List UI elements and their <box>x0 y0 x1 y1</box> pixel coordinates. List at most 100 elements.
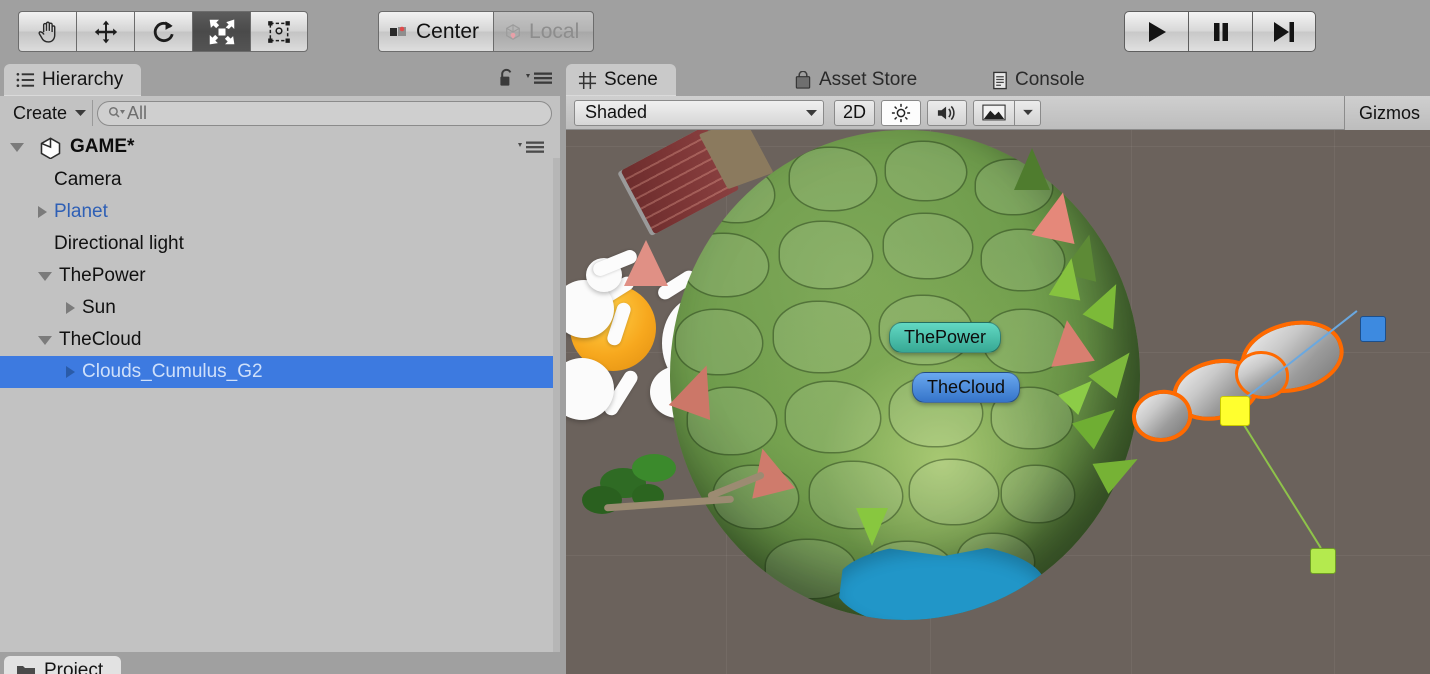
rotate-icon <box>153 20 174 42</box>
scene-label-thecloud[interactable]: TheCloud <box>912 372 1021 403</box>
create-button[interactable]: Create <box>4 100 94 126</box>
selected-cloud-object[interactable] <box>1126 308 1386 574</box>
scale-tool-button[interactable] <box>192 11 250 52</box>
hierarchy-tree: Camera Planet Directional light ThePower Sun… <box>0 164 560 388</box>
scene-label-thepower[interactable]: ThePower <box>889 322 1002 353</box>
tab-asset-store-label: Asset Store <box>819 69 918 90</box>
tree-cone <box>856 508 888 546</box>
gizmo-y-axis-line[interactable] <box>1233 408 1322 549</box>
chevron-down-icon <box>75 109 87 117</box>
scene-panel: Scene Asset Store Console Shaded 2D Gizm… <box>566 62 1430 674</box>
pivot-center-button[interactable]: Center <box>378 11 494 52</box>
hierarchy-scrollbar[interactable] <box>553 158 560 674</box>
image-effects-toggle-button[interactable] <box>973 99 1016 126</box>
tab-console-label: Console <box>1015 69 1085 90</box>
hierarchy-icon <box>16 72 35 88</box>
scene-viewport[interactable]: ThePower TheCloud <box>566 130 1430 674</box>
tab-project-label: Project <box>44 660 104 674</box>
gizmos-label: Gizmos <box>1358 102 1420 123</box>
rotate-tool-button[interactable] <box>134 11 192 52</box>
chevron-down-icon <box>806 109 817 117</box>
padlock-icon[interactable] <box>498 68 515 88</box>
hierarchy-bottom-bar: Project <box>0 652 560 674</box>
tab-asset-store[interactable]: Asset Store <box>782 64 935 96</box>
rect-transform-tool-button[interactable] <box>250 11 308 52</box>
hierarchy-scene-row[interactable]: GAME* <box>0 130 560 164</box>
hand-tool-button[interactable] <box>18 11 76 52</box>
grid-icon <box>578 71 597 90</box>
unity-logo-icon <box>39 136 62 159</box>
pivot-rotation-button[interactable]: Local <box>493 11 595 52</box>
tree-expand-arrow-icon[interactable] <box>38 271 52 281</box>
audio-toggle-button[interactable] <box>927 99 968 126</box>
image-effects-dropdown[interactable] <box>1015 99 1042 126</box>
scene-expand-arrow-icon[interactable] <box>10 142 24 152</box>
bag-icon <box>794 70 812 90</box>
hierarchy-row-sun[interactable]: Sun <box>0 292 560 324</box>
two-d-toggle-button[interactable]: 2D <box>834 99 876 126</box>
playback-controls-group <box>1124 11 1316 52</box>
tree-expand-arrow-icon[interactable] <box>38 206 47 218</box>
gizmo-y-axis-handle[interactable] <box>1310 548 1336 574</box>
tab-scene-label: Scene <box>604 69 658 90</box>
play-icon <box>1148 21 1166 42</box>
pink-cone <box>1045 317 1095 367</box>
pause-icon <box>1213 22 1228 41</box>
hierarchy-panel: Hierarchy Create All GAME* Camera Planet… <box>0 62 560 674</box>
lighting-toggle-button[interactable] <box>881 99 922 126</box>
pivot-mode-group: Center Local <box>378 11 595 52</box>
pause-button[interactable] <box>1188 11 1252 52</box>
move-tool-button[interactable] <box>76 11 134 52</box>
tree-cone <box>1014 148 1050 190</box>
tab-scene[interactable]: Scene <box>566 64 676 96</box>
scale-icon <box>209 19 234 44</box>
hierarchy-row-clouds-cumulus-g2[interactable]: Clouds_Cumulus_G2 <box>0 356 560 388</box>
hierarchy-row-thecloud[interactable]: TheCloud <box>0 324 560 356</box>
step-icon <box>1274 21 1294 42</box>
hierarchy-row-label: ThePower <box>59 265 146 286</box>
cloud-lobe <box>1235 351 1289 399</box>
sun-lighting-icon <box>891 103 911 123</box>
scene-name-label: GAME* <box>70 136 135 157</box>
hierarchy-search-row: Create All <box>0 96 560 130</box>
hierarchy-row-label: TheCloud <box>59 329 142 350</box>
two-d-label: 2D <box>843 102 867 122</box>
scene-row-menu-icon[interactable] <box>516 139 546 155</box>
tree-expand-arrow-icon[interactable] <box>38 335 52 345</box>
tab-hierarchy[interactable]: Hierarchy <box>4 64 142 96</box>
hierarchy-row-label: Planet <box>54 201 108 222</box>
console-icon <box>992 71 1008 90</box>
hierarchy-panel-tools <box>498 68 554 88</box>
local-cube-icon <box>504 23 522 41</box>
search-input-placeholder: All <box>127 102 148 123</box>
hierarchy-row-planet[interactable]: Planet <box>0 196 560 228</box>
search-icon <box>108 106 126 120</box>
gizmo-center-handle[interactable] <box>1220 396 1250 426</box>
tree-expand-arrow-icon[interactable] <box>66 366 75 378</box>
hierarchy-row-directional-light[interactable]: Directional light <box>0 228 560 260</box>
tab-hierarchy-label: Hierarchy <box>42 69 124 90</box>
search-input[interactable]: All <box>97 100 552 126</box>
draw-mode-label: Shaded <box>585 102 648 122</box>
hierarchy-tabstrip: Hierarchy <box>0 62 560 96</box>
tab-project[interactable]: Project <box>4 656 122 674</box>
hierarchy-row-label: Directional light <box>54 233 184 254</box>
center-icon <box>389 24 409 40</box>
main-toolbar: Center Local <box>0 0 1430 62</box>
hierarchy-row-camera[interactable]: Camera <box>0 164 560 196</box>
play-button[interactable] <box>1124 11 1188 52</box>
tree-expand-arrow-icon[interactable] <box>66 302 75 314</box>
gizmos-button[interactable]: Gizmos <box>1343 96 1430 130</box>
unity-editor-window: Center Local Hierarchy Create All GAME* … <box>0 0 1430 674</box>
hamburger-menu-icon[interactable] <box>524 70 554 86</box>
speaker-icon <box>936 103 958 123</box>
transform-tools-group <box>18 11 308 52</box>
tab-console[interactable]: Console <box>980 64 1103 96</box>
hierarchy-row-thepower[interactable]: ThePower <box>0 260 560 292</box>
hierarchy-row-label: Sun <box>82 297 116 318</box>
draw-mode-dropdown[interactable]: Shaded <box>574 99 824 126</box>
step-button[interactable] <box>1252 11 1316 52</box>
gizmo-z-axis-handle[interactable] <box>1360 316 1386 342</box>
scene-label-text: ThePower <box>904 327 987 347</box>
pink-cone <box>624 240 668 286</box>
